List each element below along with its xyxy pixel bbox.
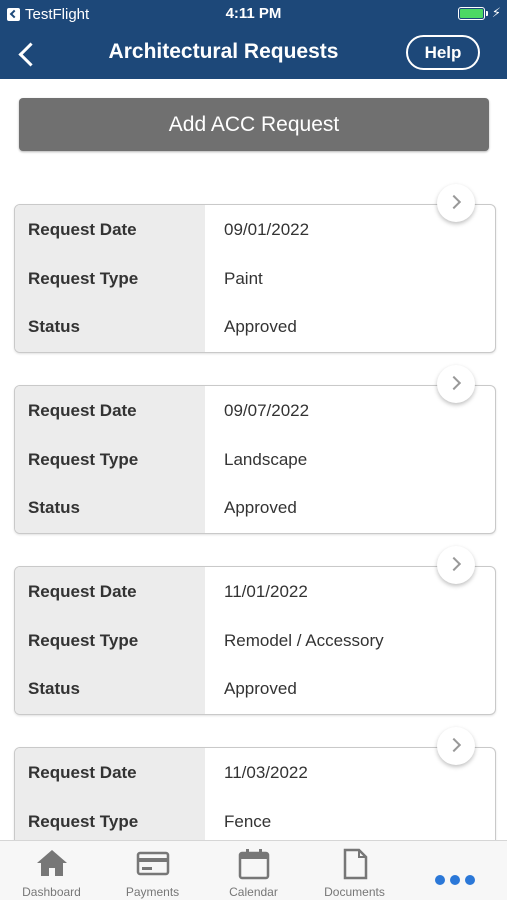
page-title: Architectural Requests xyxy=(108,40,339,63)
status-bar: TestFlight 4:11 PM ⚡︎ xyxy=(0,0,507,28)
status-time: 4:11 PM xyxy=(225,5,282,22)
chevron-right-icon[interactable] xyxy=(437,184,475,222)
tab-bar: Dashboard Payments Calendar Documents xyxy=(0,840,507,900)
request-card[interactable]: Request Date 11/01/2022 Request Type Rem… xyxy=(14,566,496,715)
tab-label: Payments xyxy=(125,885,180,899)
request-type-row: Request Type Paint xyxy=(15,264,495,294)
status-label: Status xyxy=(28,317,80,336)
help-button[interactable]: Help xyxy=(406,35,480,70)
request-card[interactable]: Request Date 09/07/2022 Request Type Lan… xyxy=(14,385,496,534)
request-date-row: Request Date 09/01/2022 xyxy=(15,215,495,245)
more-dots-icon[interactable] xyxy=(435,875,475,885)
request-type-label: Request Type xyxy=(28,631,139,650)
nav-bar: Architectural Requests Help xyxy=(0,28,507,79)
request-type-row: Request Type Remodel / Accessory xyxy=(15,626,495,656)
tab-calendar[interactable]: Calendar xyxy=(203,841,304,900)
tab-label: Calendar xyxy=(229,885,278,899)
status-label: Status xyxy=(28,498,80,517)
request-type-label: Request Type xyxy=(28,269,139,288)
request-date-label: Request Date xyxy=(28,582,137,601)
request-date-value: 11/03/2022 xyxy=(224,763,308,782)
request-type-label: Request Type xyxy=(28,450,139,469)
status-row: Status Approved xyxy=(15,674,495,704)
home-icon xyxy=(37,850,67,876)
chevron-right-icon[interactable] xyxy=(437,365,475,403)
request-date-label: Request Date xyxy=(28,401,137,420)
tab-label: Documents xyxy=(324,885,385,899)
document-icon xyxy=(343,848,368,880)
calendar-icon xyxy=(238,849,270,880)
status-value: Approved xyxy=(224,498,297,517)
status-value: Approved xyxy=(224,317,297,336)
chevron-right-icon[interactable] xyxy=(437,546,475,584)
request-date-value: 11/01/2022 xyxy=(224,582,308,601)
credit-card-icon xyxy=(136,851,170,876)
request-date-label: Request Date xyxy=(28,220,137,239)
request-type-label: Request Type xyxy=(28,812,139,831)
request-type-value: Landscape xyxy=(224,450,308,469)
chevron-right-icon[interactable] xyxy=(437,727,475,765)
status-value: Approved xyxy=(224,679,297,698)
request-date-row: Request Date 11/03/2022 xyxy=(15,758,495,788)
add-acc-request-button[interactable]: Add ACC Request xyxy=(19,98,489,151)
tab-label: Dashboard xyxy=(22,885,81,899)
status-row: Status Approved xyxy=(15,493,495,523)
request-type-value: Remodel / Accessory xyxy=(224,631,384,650)
request-type-value: Fence xyxy=(224,812,272,831)
status-label: Status xyxy=(28,679,80,698)
request-date-row: Request Date 09/07/2022 xyxy=(15,396,495,426)
tab-more[interactable] xyxy=(405,841,506,900)
tab-dashboard[interactable]: Dashboard xyxy=(1,841,102,900)
request-date-label: Request Date xyxy=(28,763,137,782)
request-card[interactable]: Request Date 09/01/2022 Request Type Pai… xyxy=(14,204,496,353)
request-type-row: Request Type Landscape xyxy=(15,445,495,475)
top-bar: TestFlight 4:11 PM ⚡︎ Architectural Requ… xyxy=(0,0,507,79)
request-date-value: 09/07/2022 xyxy=(224,401,310,420)
request-date-value: 09/01/2022 xyxy=(224,220,310,239)
tab-documents[interactable]: Documents xyxy=(304,841,405,900)
request-date-row: Request Date 11/01/2022 xyxy=(15,577,495,607)
battery-icon xyxy=(458,7,488,20)
request-type-value: Paint xyxy=(224,269,263,288)
request-type-row: Request Type Fence xyxy=(15,807,495,837)
tab-payments[interactable]: Payments xyxy=(102,841,203,900)
charging-icon: ⚡︎ xyxy=(491,5,501,20)
status-row: Status Approved xyxy=(15,312,495,342)
